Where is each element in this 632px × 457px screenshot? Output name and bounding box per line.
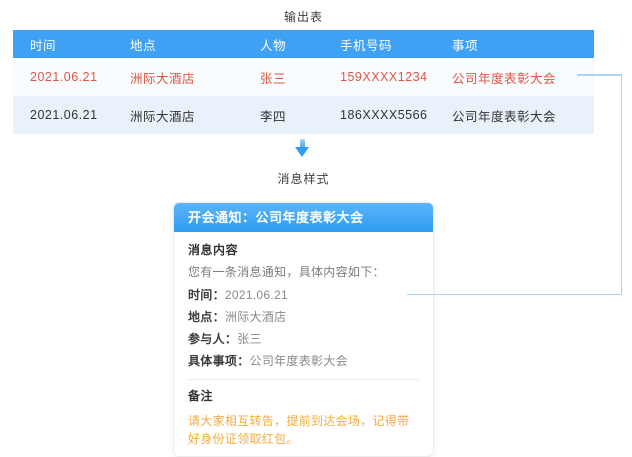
remark-text: 请大家相互转告，提前到达会场，记得带好身份证领取红包。 [188,412,419,448]
table-cell-phone: 186XXXX5566 [323,96,435,134]
message-card-header: 开会通知：公司年度表彰大会 [174,203,433,232]
field-row-participant: 参与人：张三 [188,333,419,346]
message-card: 开会通知：公司年度表彰大会 消息内容 您有一条消息通知，具体内容如下： 时间：2… [173,202,434,457]
field-value: 张三 [237,332,262,346]
field-value: 2021.06.21 [225,288,288,302]
field-label: 参与人： [188,332,237,346]
field-value: 洲际大酒店 [225,310,287,324]
table-cell-person: 张三 [243,58,323,96]
field-label: 具体事项： [188,354,250,368]
column-header-phone: 手机号码 [323,30,435,58]
column-header-person: 人物 [243,30,323,58]
remark-section-title: 备注 [188,390,419,403]
table-row: 2021.06.21 洲际大酒店 李四 186XXXX5566 公司年度表彰大会 [13,96,594,134]
table-cell-place: 洲际大酒店 [113,96,243,134]
table-cell-matter: 公司年度表彰大会 [435,58,594,96]
table-cell-time: 2021.06.21 [13,58,113,96]
connector-line-top [577,74,622,76]
table-cell-matter: 公司年度表彰大会 [435,96,594,134]
card-divider [188,379,419,380]
field-row-place: 地点：洲际大酒店 [188,311,419,324]
connector-line-right [621,74,623,295]
column-header-place: 地点 [113,30,243,58]
output-table-title: 输出表 [13,8,594,25]
field-label: 时间： [188,288,225,302]
message-card-body: 消息内容 您有一条消息通知，具体内容如下： 时间：2021.06.21 地点：洲… [174,232,433,456]
column-header-time: 时间 [13,30,113,58]
table-cell-time: 2021.06.21 [13,96,113,134]
table-cell-person: 李四 [243,96,323,134]
output-table: 时间 地点 人物 手机号码 事项 2021.06.21 洲际大酒店 张三 159… [13,30,594,134]
field-label: 地点： [188,310,225,324]
field-value: 公司年度表彰大会 [250,354,348,368]
connector-line-bottom [407,294,622,296]
table-cell-place: 洲际大酒店 [113,58,243,96]
notification-format-panel: 输出表 时间 地点 人物 手机号码 事项 2021.06.21 洲际大酒店 张三… [0,0,632,457]
field-row-matter: 具体事项：公司年度表彰大会 [188,355,419,368]
table-cell-phone: 159XXXX1234 [323,58,435,96]
down-arrow-icon [295,139,309,158]
column-header-matter: 事项 [435,30,594,58]
message-style-title: 消息样式 [13,170,594,187]
table-row-highlighted: 2021.06.21 洲际大酒店 张三 159XXXX1234 公司年度表彰大会 [13,58,594,96]
message-intro-line: 您有一条消息通知，具体内容如下： [188,266,419,279]
table-header-row: 时间 地点 人物 手机号码 事项 [13,30,594,58]
message-content-section-title: 消息内容 [188,244,419,257]
field-row-time: 时间：2021.06.21 [188,289,419,302]
